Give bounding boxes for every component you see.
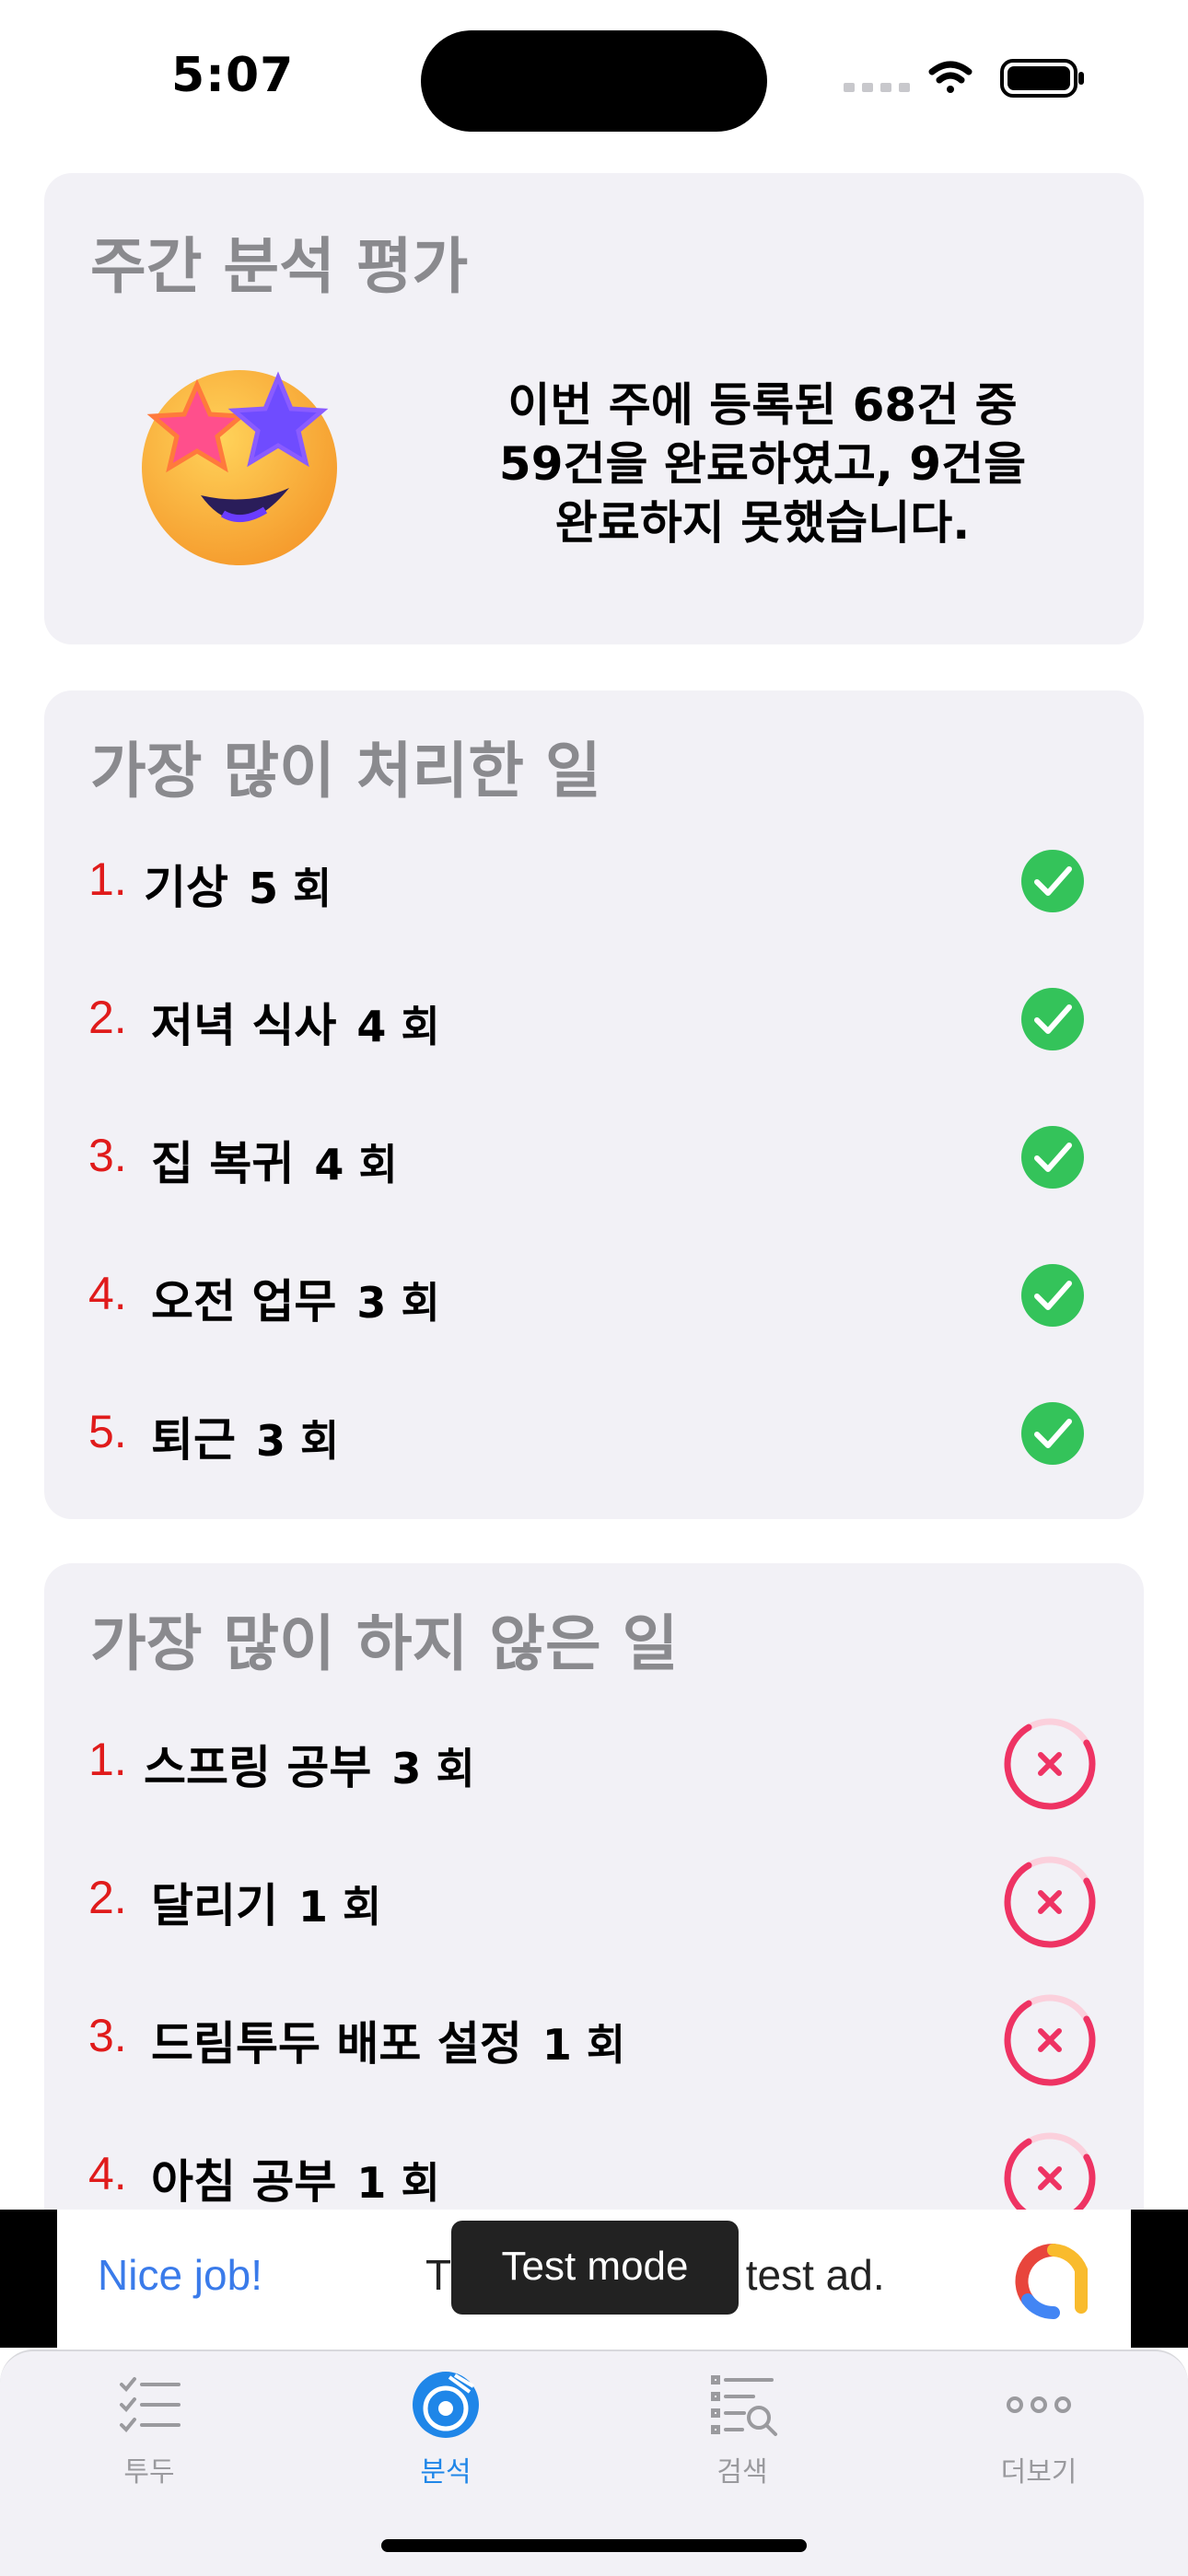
rank-number: 1. xyxy=(88,853,127,905)
check-circle-icon xyxy=(1021,1402,1084,1465)
task-count: 5 회 xyxy=(249,864,332,913)
fail-ring-icon xyxy=(1004,1994,1096,2086)
battery-icon xyxy=(1000,59,1084,98)
ad-headline: Nice job! xyxy=(98,2251,262,2299)
task-count: 1 회 xyxy=(356,2158,440,2208)
list-item[interactable]: 3. 집 복귀 4 회 xyxy=(44,1112,1144,1213)
status-icons xyxy=(844,59,1084,98)
task-count: 3 회 xyxy=(356,1278,440,1328)
list-item[interactable]: 4. 오전 업무 3 회 xyxy=(44,1250,1144,1352)
dynamic-island xyxy=(421,30,767,132)
weekly-summary-card: 주간 분석 평가 이번 주에 등록된 68건 중 59건을 완료하였고, 9건을… xyxy=(44,173,1144,644)
ad-banner[interactable]: Nice job! This is a 320x50 test ad. Test… xyxy=(57,2210,1131,2348)
rank-number: 3. xyxy=(88,2010,127,2061)
task-count: 1 회 xyxy=(542,2020,626,2070)
task-count: 3 회 xyxy=(391,1744,475,1793)
most-undone-card: 가장 많이 하지 않은 일 1. 스프링 공부 3 회 2. 달리기 1 회 3. … xyxy=(44,1563,1144,2263)
task-name: 오전 업무 3 회 xyxy=(151,1275,440,1329)
list-item[interactable]: 1. 스프링 공부 3 회 xyxy=(44,1716,1144,1817)
task-name: 아침 공부 1 회 xyxy=(151,2155,440,2209)
most-done-card: 가장 많이 처리한 일 1. 기상 5 회 2. 저녁 식사 4 회 3. 집 복귀… xyxy=(44,690,1144,1519)
summary-line-3: 완료하지 못했습니다. xyxy=(554,496,971,550)
list-item[interactable]: 2. 달리기 1 회 xyxy=(44,1854,1144,1955)
status-time: 5:07 xyxy=(171,48,295,103)
task-count: 1 회 xyxy=(298,1882,382,1932)
cellular-signal-icon xyxy=(844,83,910,92)
checklist-icon xyxy=(120,2377,181,2432)
rank-number: 1. xyxy=(88,1734,127,1785)
summary-text: 이번 주에 등록된 68건 중 59건을 완료하였고, 9건을 완료하지 못했습… xyxy=(431,376,1094,552)
test-mode-badge: Test mode xyxy=(451,2221,739,2315)
rank-number: 5. xyxy=(88,1406,127,1457)
check-circle-icon xyxy=(1021,988,1084,1050)
ad-logo-icon xyxy=(1015,2243,1088,2319)
rank-number: 4. xyxy=(88,1268,127,1319)
star-struck-emoji-icon xyxy=(142,370,337,565)
list-item[interactable]: 2. 저녁 식사 4 회 xyxy=(44,974,1144,1075)
task-name: 스프링 공부 3 회 xyxy=(144,1741,475,1794)
home-indicator xyxy=(381,2539,807,2552)
rank-number: 4. xyxy=(88,2148,127,2199)
summary-line-1: 이번 주에 등록된 68건 중 xyxy=(507,378,1018,432)
tab-search[interactable]: 검색 xyxy=(650,2368,834,2515)
summary-line-2: 59건을 완료하였고, 9건을 xyxy=(498,437,1027,491)
card-title: 가장 많이 하지 않은 일 xyxy=(90,1608,679,1679)
wifi-icon xyxy=(928,61,973,93)
card-title: 주간 분석 평가 xyxy=(90,231,469,302)
task-count: 4 회 xyxy=(314,1140,398,1189)
tab-label: 더보기 xyxy=(1000,2456,1077,2489)
check-circle-icon xyxy=(1021,850,1084,912)
tab-label: 분석 xyxy=(420,2456,472,2489)
task-name: 달리기 1 회 xyxy=(151,1879,382,1932)
list-item[interactable]: 5. 퇴근 3 회 xyxy=(44,1388,1144,1490)
more-icon xyxy=(1007,2396,1071,2413)
list-item[interactable]: 1. 기상 5 회 xyxy=(44,836,1144,937)
fail-ring-icon xyxy=(1004,1856,1096,1948)
fail-ring-icon xyxy=(1004,1718,1096,1810)
task-name: 드림투두 배포 설정 1 회 xyxy=(151,2017,626,2071)
task-name: 퇴근 3 회 xyxy=(151,1413,340,1467)
task-count: 4 회 xyxy=(356,1002,440,1051)
tab-label: 검색 xyxy=(716,2456,768,2489)
rank-number: 2. xyxy=(88,1872,127,1923)
check-circle-icon xyxy=(1021,1126,1084,1189)
task-count: 3 회 xyxy=(256,1416,340,1466)
rank-number: 2. xyxy=(88,992,127,1043)
task-name: 저녁 식사 4 회 xyxy=(151,999,440,1052)
check-circle-icon xyxy=(1021,1264,1084,1327)
tab-more[interactable]: 더보기 xyxy=(947,2368,1131,2515)
tab-todo[interactable]: 투두 xyxy=(57,2368,241,2515)
task-name: 집 복귀 4 회 xyxy=(151,1137,398,1190)
search-list-icon xyxy=(711,2375,777,2436)
task-name: 기상 5 회 xyxy=(144,861,332,914)
rank-number: 3. xyxy=(88,1130,127,1181)
list-item[interactable]: 3. 드림투두 배포 설정 1 회 xyxy=(44,1992,1144,2094)
tab-analysis[interactable]: 분석 xyxy=(354,2368,538,2515)
tab-label: 투두 xyxy=(123,2456,175,2489)
chart-disc-icon xyxy=(413,2372,479,2438)
card-title: 가장 많이 처리한 일 xyxy=(90,736,601,806)
